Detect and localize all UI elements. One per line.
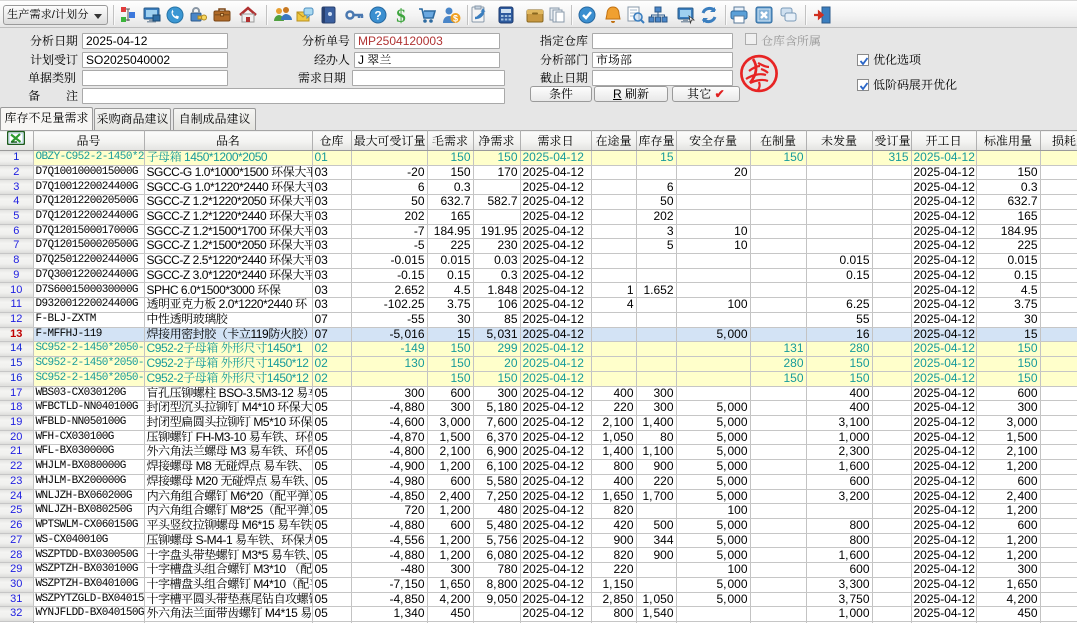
svg-text:?: ? (374, 9, 381, 23)
svg-text:$: $ (396, 6, 406, 25)
svg-text:$: $ (453, 14, 458, 24)
